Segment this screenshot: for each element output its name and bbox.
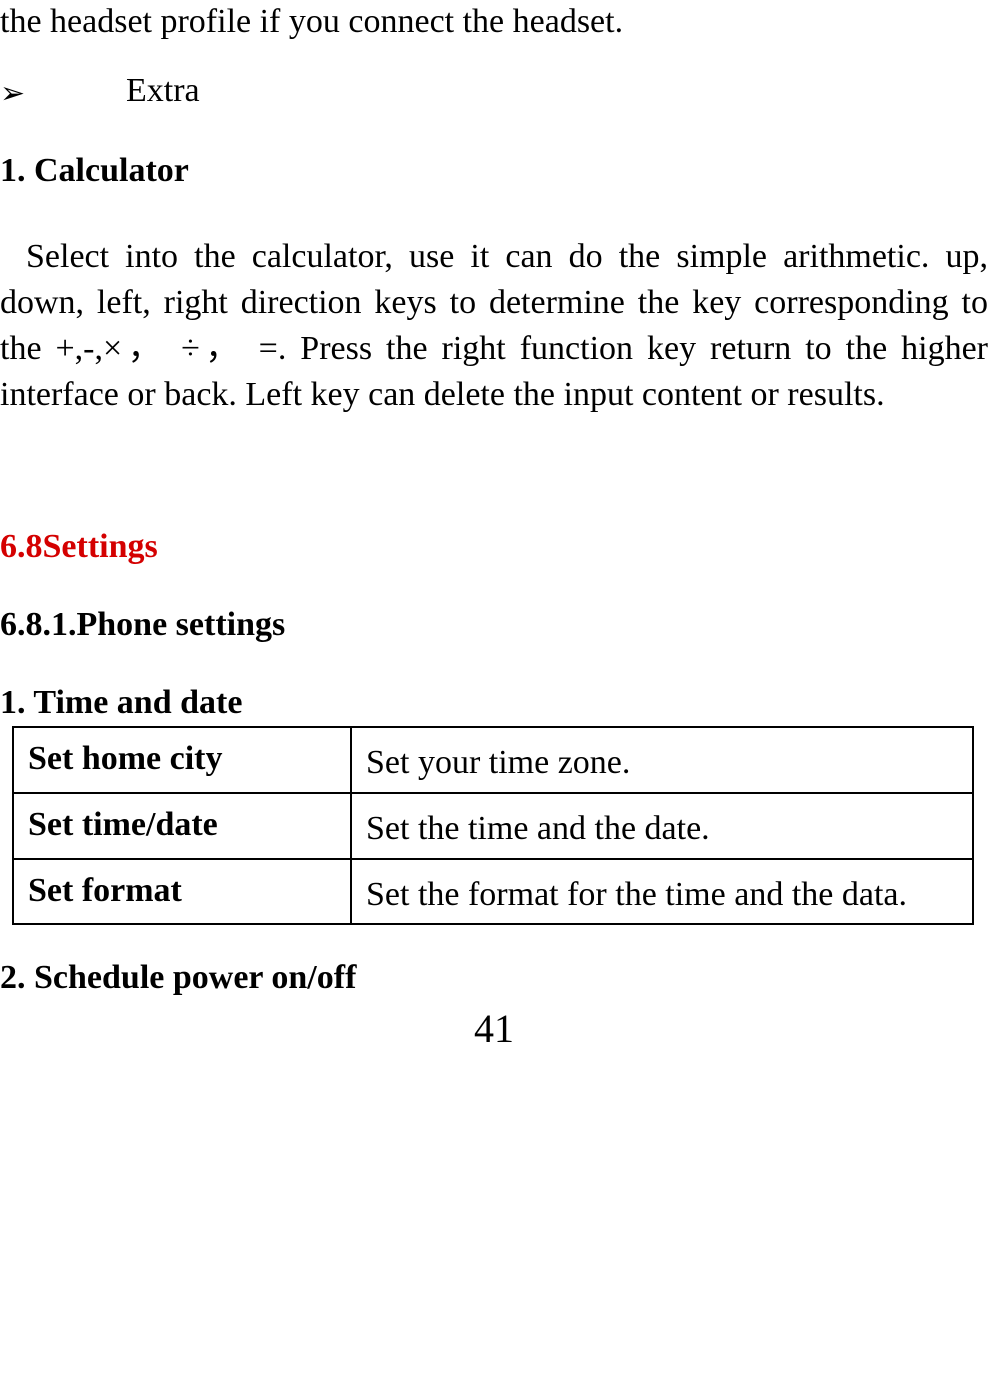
cell-description: Set the format for the time and the data…: [351, 859, 973, 925]
cell-description: Set the time and the date.: [351, 793, 973, 859]
heading-settings: 6.8Settings: [0, 528, 988, 566]
table-row: Set time/date Set the time and the date.: [13, 793, 973, 859]
arrow-right-icon: ➢: [0, 79, 36, 109]
bullet-extra: ➢ Extra: [0, 72, 988, 110]
heading-time-and-date: 1. Time and date: [0, 684, 988, 722]
bullet-label: Extra: [126, 72, 200, 110]
paragraph-calculator-text: Select into the calculator, use it can d…: [0, 238, 988, 413]
page-number: 41: [0, 1005, 988, 1052]
cell-description: Set your time zone.: [351, 727, 973, 793]
table-time-and-date: Set home city Set your time zone. Set ti…: [12, 726, 974, 926]
table-row: Set format Set the format for the time a…: [13, 859, 973, 925]
heading-calculator: 1. Calculator: [0, 152, 988, 190]
cell-label: Set format: [13, 859, 351, 925]
cell-label: Set home city: [13, 727, 351, 793]
heading-schedule-power: 2. Schedule power on/off: [0, 959, 988, 997]
table-row: Set home city Set your time zone.: [13, 727, 973, 793]
cell-label: Set time/date: [13, 793, 351, 859]
heading-phone-settings: 6.8.1.Phone settings: [0, 606, 988, 644]
partial-top-line: the headset profile if you connect the h…: [0, 0, 988, 44]
paragraph-calculator: Select into the calculator, use it can d…: [0, 234, 988, 418]
